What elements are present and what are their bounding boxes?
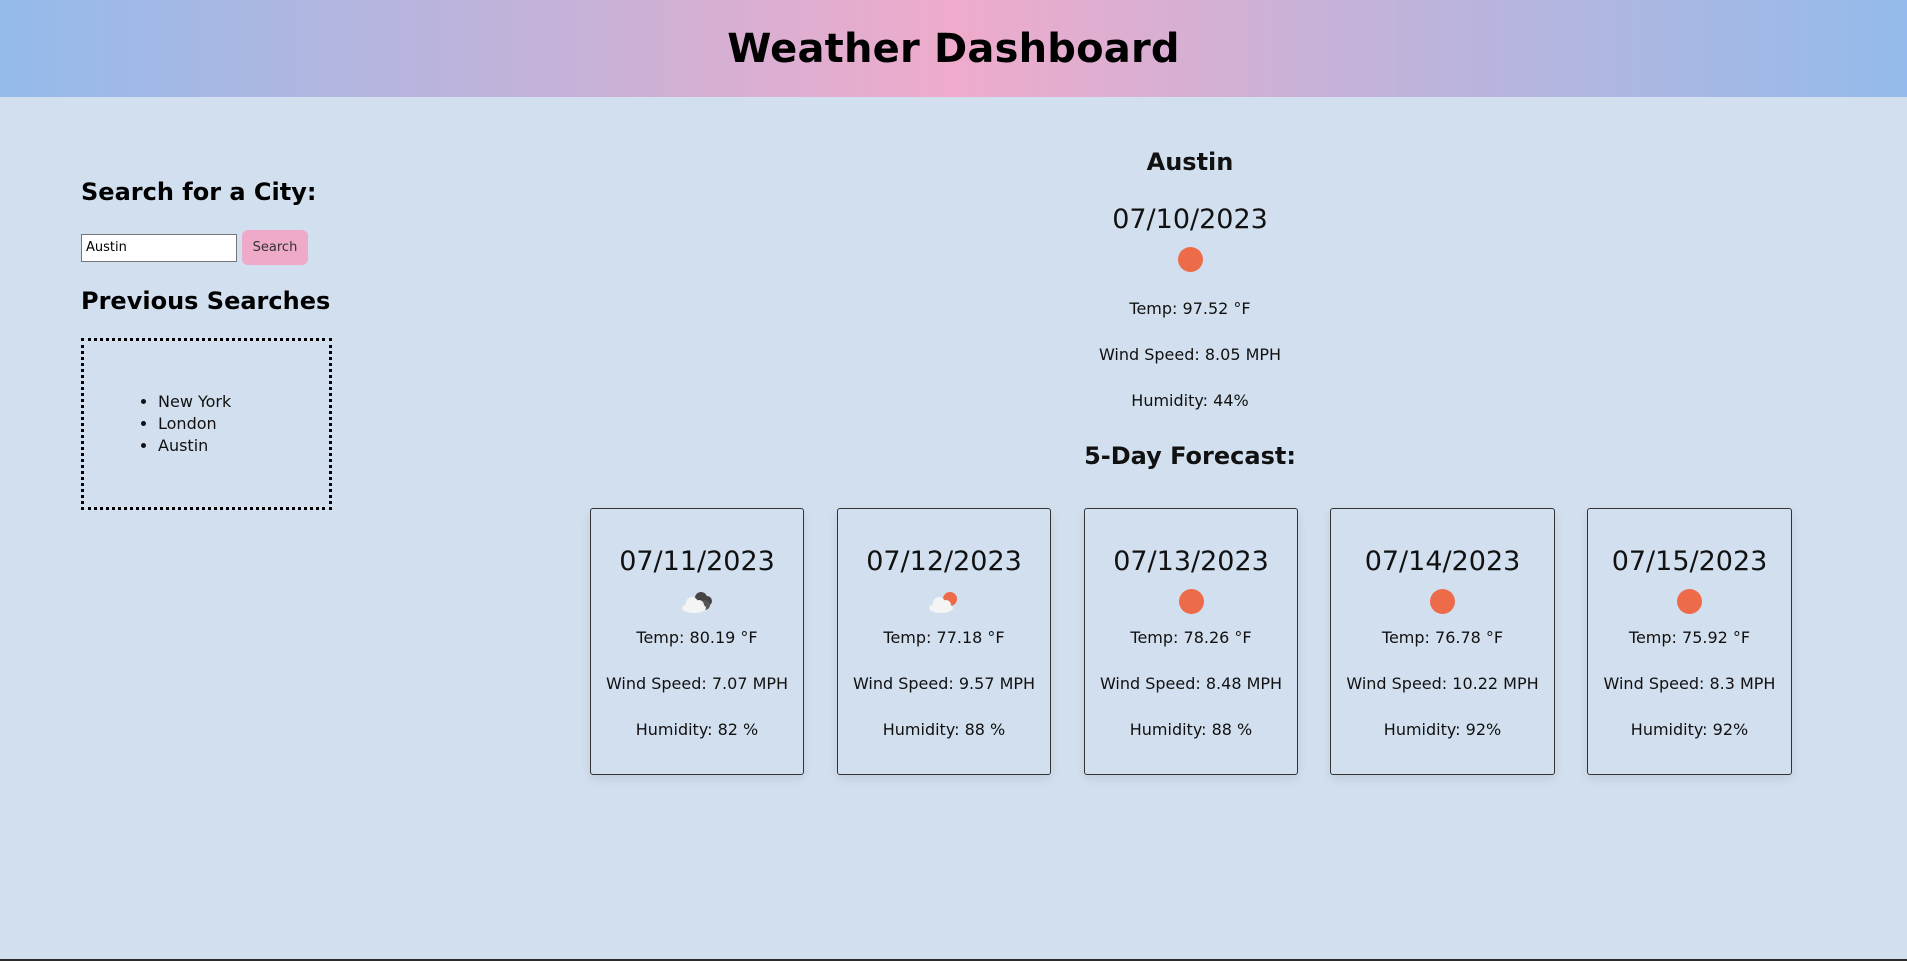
forecast-temp: Temp: 80.19 °F [636,628,758,647]
previous-search-item[interactable]: London [158,413,231,435]
forecast-temp: Temp: 76.78 °F [1381,628,1504,647]
forecast-date: 07/15/2023 [1611,546,1768,577]
forecast-wind: Wind Speed: 10.22 MPH [1346,674,1539,693]
previous-searches-box: New York London Austin [81,338,332,510]
forecast-humidity: Humidity: 92% [1383,720,1502,739]
sun-icon [1177,246,1203,272]
forecast-wind: Wind Speed: 7.07 MPH [605,674,789,693]
previous-search-item[interactable]: New York [158,391,231,413]
previous-searches-title: Previous Searches [81,287,331,315]
forecast-card: 07/14/2023 Temp: 76.78 °F Wind Speed: 10… [1330,508,1555,775]
forecast-icon-wrap [838,587,1050,615]
current-date: 07/10/2023 [1112,204,1268,235]
forecast-temp: Temp: 75.92 °F [1628,628,1751,647]
forecast-card: 07/12/2023 Temp: 77.18 °F Wind Speed: 9.… [837,508,1051,775]
forecast-humidity: Humidity: 82 % [635,720,759,739]
current-city: Austin [1146,148,1234,176]
forecast-title: 5-Day Forecast: [1084,442,1296,470]
forecast-temp: Temp: 78.26 °F [1130,628,1252,647]
forecast-icon-wrap [591,587,803,615]
sun-icon [1430,588,1455,614]
forecast-wind: Wind Speed: 9.57 MPH [852,674,1036,693]
forecast-card: 07/15/2023 Temp: 75.92 °F Wind Speed: 8.… [1587,508,1792,775]
forecast-date: 07/11/2023 [619,546,775,577]
few-clouds-icon [929,592,957,613]
forecast-icon-wrap [1588,587,1791,615]
forecast-humidity: Humidity: 88 % [1129,720,1253,739]
forecast-date: 07/13/2023 [1113,546,1269,577]
forecast-card: 07/13/2023 Temp: 78.26 °F Wind Speed: 8.… [1084,508,1298,775]
current-weather-icon-wrap [1000,245,1380,273]
forecast-date: 07/12/2023 [866,546,1022,577]
city-search-input[interactable] [81,233,237,262]
forecast-card: 07/11/2023 Temp: 80.19 °F Wind Speed: 7.… [590,508,804,775]
search-row: Search [81,230,308,265]
page-title: Weather Dashboard [727,25,1180,72]
current-wind: Wind Speed: 8.05 MPH [1098,345,1282,364]
previous-searches-list: New York London Austin [134,391,231,457]
sun-icon [1677,588,1702,614]
forecast-icon-wrap [1085,587,1297,615]
broken-clouds-icon [682,592,712,613]
forecast-humidity: Humidity: 88 % [882,720,1006,739]
search-title: Search for a City: [81,178,317,206]
forecast-humidity: Humidity: 92% [1630,720,1749,739]
current-temp: Temp: 97.52 °F [1129,299,1251,318]
forecast-wind: Wind Speed: 8.48 MPH [1099,674,1283,693]
page-header: Weather Dashboard [0,0,1907,97]
forecast-temp: Temp: 77.18 °F [883,628,1005,647]
search-button[interactable]: Search [242,230,308,265]
forecast-icon-wrap [1331,587,1554,615]
previous-search-item[interactable]: Austin [158,435,231,457]
forecast-wind: Wind Speed: 8.3 MPH [1603,674,1776,693]
sun-icon [1178,588,1204,614]
forecast-date: 07/14/2023 [1364,546,1521,577]
current-humidity: Humidity: 44% [1131,391,1249,410]
current-weather: Austin 07/10/2023 Temp: 97.52 °F Wind Sp… [1000,147,1380,411]
